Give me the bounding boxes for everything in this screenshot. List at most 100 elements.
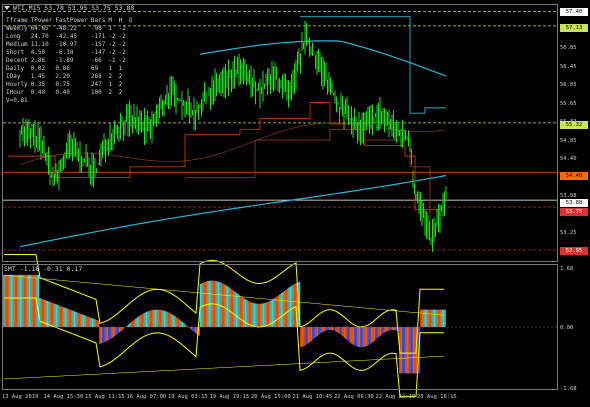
price-tick: 55.65 (560, 100, 577, 107)
stats-cell: 0.40 (55, 89, 70, 96)
stats-cell: 1 (118, 65, 123, 72)
stats-cell: -157 (90, 41, 106, 48)
stats-cell: Short (6, 49, 25, 56)
stats-cell: 64.65 (30, 25, 49, 32)
stats-cell: 0.86 (55, 65, 70, 72)
stats-cell: 11.10 (30, 41, 49, 48)
stats-cell: 268 (90, 73, 102, 80)
price-tick: 53.25 (560, 230, 577, 236)
symbol-quote: WTI,M15 53.78 53.95 53.75 53.88 (13, 4, 135, 12)
stats-cell: IHour (6, 89, 25, 96)
stats-row: Short 4.50 -6.38 -147 -2 -2 (6, 49, 135, 57)
price-marker: 53.88 (560, 199, 588, 207)
time-tick: 16 Aug 07:00 (126, 394, 167, 400)
stats-cell: -147 (90, 49, 106, 56)
stats-cell: 1 (108, 65, 112, 72)
price-marker: 53.75 (560, 208, 588, 216)
stats-cell: -2 (118, 49, 126, 56)
stats-cell (129, 41, 136, 49)
stats-cell: 2 (108, 73, 112, 80)
stats-cell: Bars (90, 17, 106, 24)
stats-cell: 0.02 (30, 65, 46, 72)
stats-cell: Long (6, 33, 21, 40)
stats-cell (129, 25, 136, 33)
stats-cell: 100 (90, 89, 102, 96)
stats-cell: M (108, 17, 112, 24)
stats-cell: -2 (108, 49, 116, 56)
stats-cell: Medium (6, 41, 28, 48)
time-tick: 22 Aug 06:30 (334, 394, 374, 400)
stats-cell: 24.70 (30, 33, 49, 40)
stats-cell: V=0.81 (6, 97, 28, 104)
stats-table: Tframe TPower FastPower Bars M H O Weekly 64.65-… (6, 17, 135, 105)
stats-row: IDay 1.45 2.20 268 2 2 (6, 73, 135, 81)
stats-cell: -2 (118, 33, 126, 40)
stats-cell (129, 89, 136, 97)
price-tick: 56.45 (560, 63, 577, 70)
stats-cell: 4.50 (30, 49, 46, 56)
stats-cell: 2 (118, 73, 123, 80)
stats-cell: 0.40 (30, 89, 46, 96)
indicator-frame[interactable] (2, 264, 558, 390)
stats-footer: V=0.81 (6, 97, 135, 105)
stats-cell: -1.89 (55, 57, 74, 64)
indicator-label: SMT -1.18 -0.31 0.17 (4, 265, 83, 273)
price-tick: 56.85 (560, 45, 577, 51)
stats-row: IHour 0.40 0.40 100 2 2 (6, 89, 135, 97)
stats-cell: -171 (90, 33, 106, 40)
stats-cell (129, 49, 136, 57)
stats-cell: 0.35 (30, 81, 46, 88)
time-tick: 20 Aug 15:00 (251, 394, 291, 400)
price-marker: 54.40 (560, 172, 588, 180)
stats-cell (129, 33, 136, 41)
price-marker: 57.13 (560, 24, 588, 32)
stats-cell: 1 (108, 25, 112, 32)
stats-cell: -2 (108, 33, 116, 40)
price-marker: 57.40 (560, 8, 588, 16)
stats-cell: Daily (6, 65, 25, 72)
stats-cell: 69 (90, 65, 99, 72)
stats-cell: 2 (118, 89, 123, 96)
stats-cell: -2 (118, 25, 126, 32)
stats-cell: -48.22 (55, 25, 78, 32)
stats-row: Weekly 64.65 -48.22 -98 1 -2 (6, 25, 135, 33)
stats-cell: 1.45 (30, 73, 46, 80)
stats-cell: TPower (30, 17, 53, 24)
stats-cell: Weekly (6, 25, 28, 32)
stats-cell: 1 (108, 81, 112, 88)
stats-cell: -2 (108, 41, 116, 48)
stats-cell: 2 (118, 81, 123, 88)
indicator-tick: 1.68 (560, 266, 574, 272)
stats-cell: -1 (108, 57, 116, 64)
stats-cell: Tframe (6, 17, 28, 24)
stats-cell (129, 81, 136, 89)
dropdown-arrow-icon[interactable] (4, 6, 10, 10)
time-tick: 13 Aug 2019 (2, 394, 39, 400)
stats-cell: -10.97 (55, 41, 78, 48)
stats-cell: -2 (118, 41, 126, 48)
price-marker: 55.32 (560, 121, 588, 129)
stats-row: Medium 11.10 -10.97 -157 -2 -2 (6, 41, 135, 49)
price-marker: 52.95 (560, 247, 588, 255)
time-tick: 15 Aug 11:15 (85, 394, 125, 400)
stats-row: Decent 2.86 -1.89 -66 -1 -2 (6, 57, 135, 65)
stats-cell: 0.75 (55, 81, 70, 88)
stats-cell: IDay (6, 73, 21, 80)
stats-cell: Decent (6, 57, 28, 64)
stats-cell (129, 57, 136, 65)
time-tick: 19 Aug 03:15 (168, 394, 208, 400)
indicator-tick: -1.68 (560, 386, 577, 392)
stats-cell: 247 (90, 81, 102, 88)
stats-row: Long 24.70 -42.45 -171 -2 -2 (6, 33, 135, 41)
stats-cell: 2.86 (30, 57, 46, 64)
stats-cell: -2 (118, 57, 126, 64)
stats-header-row: Tframe TPower FastPower Bars M H O (6, 17, 135, 25)
stats-cell: FastPower (55, 17, 88, 24)
stats-cell: 2.20 (55, 73, 70, 80)
stats-cell: H (118, 17, 123, 24)
indicator-title: SMT -1.18 -0.31 0.17 (4, 265, 82, 273)
stats-cell (129, 73, 136, 81)
stats-cell: -6.38 (55, 49, 74, 56)
price-tick: 56.05 (560, 82, 577, 88)
price-tick: 54.85 (560, 137, 577, 144)
